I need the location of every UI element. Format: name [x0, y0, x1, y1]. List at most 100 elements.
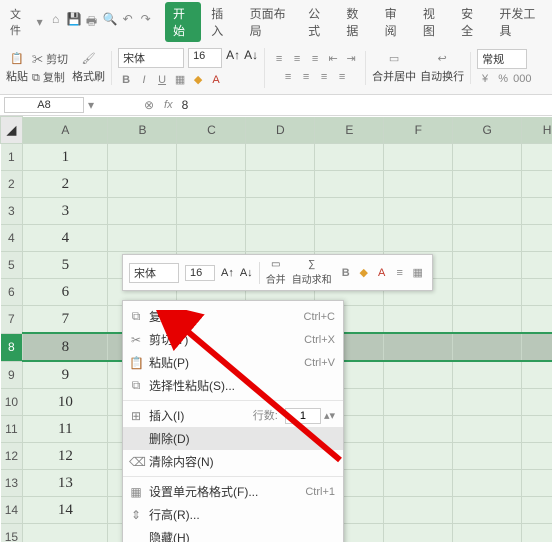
indent-inc-icon[interactable]: ⇥ [343, 51, 359, 67]
cell[interactable] [246, 144, 315, 171]
row-head[interactable]: 5 [1, 252, 23, 279]
cell[interactable] [384, 144, 453, 171]
tab-page-layout[interactable]: 页面布局 [242, 2, 299, 42]
tab-view[interactable]: 视图 [415, 2, 451, 42]
cell[interactable] [522, 524, 552, 542]
cell[interactable] [453, 524, 522, 542]
cell[interactable] [23, 524, 108, 542]
ctx-insert[interactable]: ⊞ 插入(I) 行数: ▴▾ [123, 404, 343, 427]
cell[interactable] [522, 416, 552, 443]
font-color-icon[interactable]: A [208, 72, 224, 88]
align-middle-icon[interactable]: ≡ [289, 51, 305, 67]
cell[interactable] [522, 389, 552, 416]
format-painter-button[interactable]: 🖌 格式刷 [72, 52, 105, 84]
cell[interactable] [108, 144, 177, 171]
copy-button[interactable]: ⧉ 复制 [32, 69, 68, 85]
cell[interactable] [453, 497, 522, 524]
row-head[interactable]: 15 [1, 524, 23, 542]
ctx-copy[interactable]: ⧉ 复制(C) Ctrl+C [123, 305, 343, 328]
cell[interactable] [453, 252, 522, 279]
cell[interactable]: 3 [23, 198, 108, 225]
cell[interactable]: 6 [23, 279, 108, 306]
mini-fill-icon[interactable]: ◆ [356, 265, 372, 281]
fx-label[interactable]: fx [160, 99, 177, 111]
wrap-button[interactable]: ↩ 自动换行 [420, 52, 464, 84]
tab-data[interactable]: 数据 [338, 2, 374, 42]
row-head[interactable]: 6 [1, 279, 23, 306]
ctx-format-cells[interactable]: ▦ 设置单元格格式(F)... Ctrl+1 [123, 480, 343, 503]
tab-security[interactable]: 安全 [453, 2, 489, 42]
currency-icon[interactable]: ¥ [477, 71, 493, 87]
cell[interactable]: 4 [23, 225, 108, 252]
row-head[interactable]: 10 [1, 389, 23, 416]
ctx-clear[interactable]: ⌫ 清除内容(N) [123, 450, 343, 473]
cell[interactable] [384, 443, 453, 470]
ctx-paste-special[interactable]: ⧉ 选择性粘贴(S)... [123, 374, 343, 397]
ctx-hide[interactable]: 隐藏(H) [123, 526, 343, 542]
cell[interactable] [453, 171, 522, 198]
cell[interactable] [384, 306, 453, 334]
align-left-icon[interactable]: ≡ [280, 69, 296, 85]
row-head[interactable]: 9 [1, 361, 23, 389]
align-right-icon[interactable]: ≡ [316, 69, 332, 85]
mini-merge-button[interactable]: ▭ 合并 [266, 259, 286, 286]
cell[interactable] [522, 333, 552, 361]
cell[interactable] [453, 443, 522, 470]
col-head-h[interactable]: H [522, 117, 552, 144]
cell[interactable] [315, 171, 384, 198]
increase-font-icon[interactable]: A↑ [226, 48, 240, 68]
formula-input[interactable]: 8 [181, 97, 548, 113]
mini-align-icon[interactable]: ≡ [392, 265, 408, 281]
cell[interactable] [453, 389, 522, 416]
col-head-b[interactable]: B [108, 117, 177, 144]
cell[interactable]: 2 [23, 171, 108, 198]
ctx-paste[interactable]: 📋 粘贴(P) Ctrl+V [123, 351, 343, 374]
file-menu[interactable]: 文件 [4, 4, 35, 40]
cell[interactable] [384, 333, 453, 361]
cell[interactable] [453, 333, 522, 361]
cell[interactable] [522, 443, 552, 470]
cell[interactable] [177, 171, 246, 198]
row-head[interactable]: 12 [1, 443, 23, 470]
cell[interactable] [384, 361, 453, 389]
cell[interactable]: 10 [23, 389, 108, 416]
stepper-icon[interactable]: ▴▾ [324, 410, 335, 422]
cell[interactable]: 14 [23, 497, 108, 524]
cell[interactable]: 8 [23, 333, 108, 361]
underline-icon[interactable]: U [154, 72, 170, 88]
insert-rows-input[interactable] [285, 408, 321, 424]
cell[interactable] [384, 389, 453, 416]
cell[interactable] [177, 198, 246, 225]
tab-insert[interactable]: 插入 [203, 2, 239, 42]
decrease-font-icon[interactable]: A↓ [244, 48, 258, 68]
col-head-d[interactable]: D [246, 117, 315, 144]
col-head-c[interactable]: C [177, 117, 246, 144]
cell[interactable] [453, 470, 522, 497]
border-icon[interactable]: ▦ [172, 72, 188, 88]
ctx-delete[interactable]: 删除(D) [123, 427, 343, 450]
mini-increase-font-icon[interactable]: A↑ [221, 267, 234, 279]
cell[interactable] [108, 198, 177, 225]
cell[interactable] [453, 416, 522, 443]
mini-font-name[interactable]: 宋体 [129, 263, 179, 283]
comma-icon[interactable]: 000 [513, 71, 529, 87]
mini-bold-icon[interactable]: B [338, 265, 354, 281]
cell[interactable] [522, 497, 552, 524]
align-justify-icon[interactable]: ≡ [334, 69, 350, 85]
cell[interactable] [177, 225, 246, 252]
row-head[interactable]: 3 [1, 198, 23, 225]
cell[interactable]: 5 [23, 252, 108, 279]
cell[interactable]: 13 [23, 470, 108, 497]
save-icon[interactable]: 💾 [67, 12, 81, 33]
cell[interactable] [522, 171, 552, 198]
cell[interactable]: 1 [23, 144, 108, 171]
cell[interactable] [453, 279, 522, 306]
home-icon[interactable]: ⌂ [49, 12, 63, 33]
cell[interactable] [108, 171, 177, 198]
row-head[interactable]: 11 [1, 416, 23, 443]
cell[interactable] [315, 144, 384, 171]
select-all-corner[interactable]: ◢ [1, 117, 23, 144]
font-size-select[interactable]: 16 [188, 48, 222, 68]
cell[interactable] [384, 524, 453, 542]
indent-dec-icon[interactable]: ⇤ [325, 51, 341, 67]
